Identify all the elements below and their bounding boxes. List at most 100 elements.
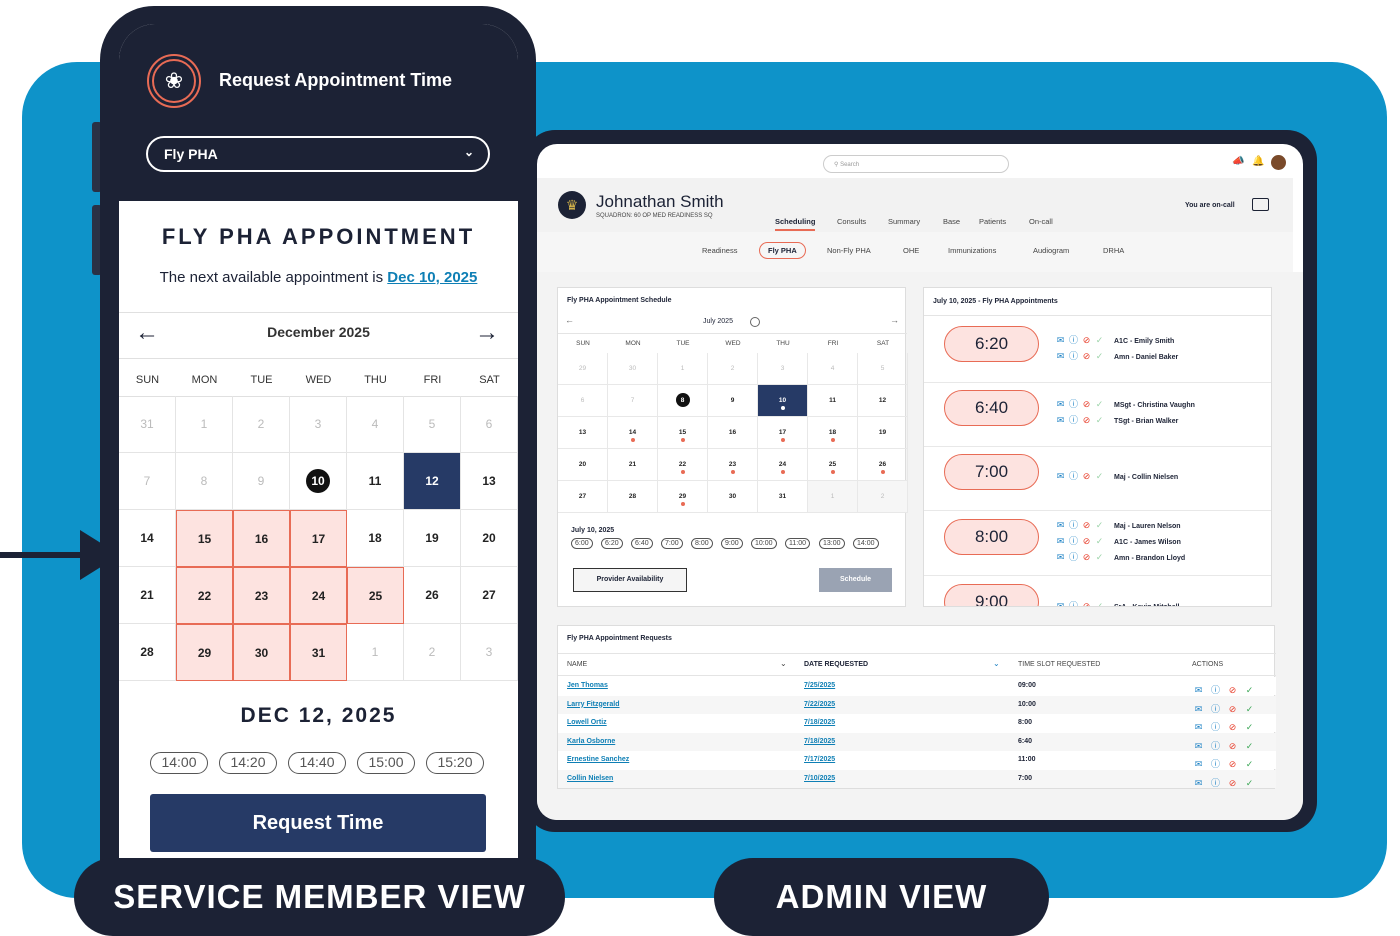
- calendar-day[interactable]: 14: [608, 417, 658, 449]
- header-name[interactable]: NAME: [567, 661, 587, 668]
- mail-icon[interactable]: ✉: [1192, 722, 1205, 733]
- check-icon[interactable]: ✓: [1093, 415, 1106, 426]
- tab-base[interactable]: Base: [943, 217, 960, 226]
- check-icon[interactable]: ✓: [1093, 536, 1106, 547]
- mail-icon[interactable]: ✉: [1054, 601, 1067, 606]
- time-slot[interactable]: 13:00: [819, 538, 845, 549]
- request-name-link[interactable]: Lowell Ortiz: [567, 719, 607, 726]
- oncall-icon[interactable]: [1252, 198, 1269, 211]
- mail-icon[interactable]: ✉: [1054, 351, 1067, 362]
- calendar-day[interactable]: 11: [808, 385, 858, 417]
- mail-icon[interactable]: ✉: [1054, 552, 1067, 563]
- mail-icon[interactable]: ✉: [1054, 335, 1067, 346]
- subtab-immunizations[interactable]: Immunizations: [948, 246, 996, 255]
- request-name-link[interactable]: Larry Fitzgerald: [567, 701, 620, 708]
- calendar-day[interactable]: 12: [858, 385, 908, 417]
- calendar-day[interactable]: 31: [290, 624, 347, 681]
- tab-consults[interactable]: Consults: [837, 217, 866, 226]
- calendar-day[interactable]: 1: [808, 481, 858, 513]
- time-pill[interactable]: 9:00: [944, 584, 1039, 606]
- calendar-day[interactable]: 7: [119, 453, 176, 510]
- appointment-type-select[interactable]: Fly PHA ⌄: [146, 136, 490, 172]
- check-icon[interactable]: ✓: [1093, 399, 1106, 410]
- calendar-day[interactable]: 19: [404, 510, 461, 567]
- mail-icon[interactable]: ✉: [1192, 685, 1205, 696]
- tab-patients[interactable]: Patients: [979, 217, 1006, 226]
- subtab-drha[interactable]: DRHA: [1103, 246, 1124, 255]
- search-input[interactable]: ⚲ Search: [823, 155, 1009, 173]
- check-icon[interactable]: ✓: [1093, 335, 1106, 346]
- calendar-day[interactable]: 3: [461, 624, 518, 681]
- calendar-day[interactable]: 27: [558, 481, 608, 513]
- calendar-day[interactable]: 29: [558, 353, 608, 385]
- calendar-day[interactable]: 12: [404, 453, 461, 510]
- check-icon[interactable]: ✓: [1093, 351, 1106, 362]
- check-icon[interactable]: ✓: [1093, 520, 1106, 531]
- time-slot[interactable]: 6:20: [601, 538, 623, 549]
- calendar-day[interactable]: 8: [658, 385, 708, 417]
- mail-icon[interactable]: ✉: [1192, 759, 1205, 770]
- time-pill[interactable]: 6:40: [944, 390, 1039, 426]
- calendar-day[interactable]: 18: [808, 417, 858, 449]
- schedule-button[interactable]: Schedule: [819, 568, 892, 592]
- calendar-day[interactable]: 14: [119, 510, 176, 567]
- calendar-day[interactable]: 9: [233, 453, 290, 510]
- cancel-icon[interactable]: ⊘: [1080, 415, 1093, 426]
- time-pill[interactable]: 6:20: [944, 326, 1039, 362]
- calendar-day[interactable]: 13: [558, 417, 608, 449]
- calendar-day[interactable]: 21: [608, 449, 658, 481]
- calendar-day[interactable]: 23: [708, 449, 758, 481]
- next-month-arrow[interactable]: →: [475, 319, 499, 347]
- check-icon[interactable]: ✓: [1093, 552, 1106, 563]
- chevron-down-icon[interactable]: ⌄: [993, 659, 1000, 668]
- check-icon[interactable]: ✓: [1243, 741, 1256, 752]
- calendar-day[interactable]: 1: [658, 353, 708, 385]
- calendar-day[interactable]: 2: [858, 481, 908, 513]
- calendar-day[interactable]: 6: [558, 385, 608, 417]
- mail-icon[interactable]: ✉: [1192, 741, 1205, 752]
- calendar-day[interactable]: 17: [290, 510, 347, 567]
- calendar-day[interactable]: 29: [176, 624, 233, 681]
- mail-icon[interactable]: ✉: [1192, 778, 1205, 789]
- info-icon[interactable]: ⓘ: [1067, 599, 1080, 606]
- calendar-day[interactable]: 28: [608, 481, 658, 513]
- time-pill[interactable]: 8:00: [944, 519, 1039, 555]
- user-avatar[interactable]: [1271, 155, 1286, 170]
- cancel-icon[interactable]: ⊘: [1226, 704, 1239, 715]
- calendar-day[interactable]: 24: [758, 449, 808, 481]
- calendar-day[interactable]: 15: [658, 417, 708, 449]
- cancel-icon[interactable]: ⊘: [1080, 536, 1093, 547]
- time-slot[interactable]: 6:40: [631, 538, 653, 549]
- calendar-day[interactable]: 30: [233, 624, 290, 681]
- calendar-day[interactable]: 22: [658, 449, 708, 481]
- info-icon[interactable]: ⓘ: [1067, 518, 1080, 531]
- bell-icon[interactable]: 🔔: [1252, 156, 1264, 167]
- calendar-day[interactable]: 15: [176, 510, 233, 567]
- info-icon[interactable]: ⓘ: [1067, 349, 1080, 362]
- calendar-day[interactable]: 2: [233, 396, 290, 453]
- info-icon[interactable]: ⓘ: [1067, 534, 1080, 547]
- calendar-day[interactable]: 3: [758, 353, 808, 385]
- info-icon[interactable]: ⓘ: [1209, 720, 1222, 733]
- request-date-link[interactable]: 7/10/2025: [804, 775, 835, 782]
- time-slot[interactable]: 14:40: [288, 752, 346, 774]
- next-date-link[interactable]: Dec 10, 2025: [387, 269, 477, 286]
- cancel-icon[interactable]: ⊘: [1226, 685, 1239, 696]
- calendar-day[interactable]: 25: [347, 567, 404, 624]
- info-icon[interactable]: ⓘ: [1209, 739, 1222, 752]
- next-month-arrow[interactable]: →: [890, 315, 899, 325]
- calendar-day[interactable]: 23: [233, 567, 290, 624]
- cancel-icon[interactable]: ⊘: [1226, 741, 1239, 752]
- calendar-day[interactable]: 1: [176, 396, 233, 453]
- time-slot[interactable]: 14:00: [150, 752, 208, 774]
- check-icon[interactable]: ✓: [1243, 759, 1256, 770]
- subtab-readiness[interactable]: Readiness: [702, 246, 737, 255]
- tab-summary[interactable]: Summary: [888, 217, 920, 226]
- info-icon[interactable]: ⓘ: [1067, 413, 1080, 426]
- cancel-icon[interactable]: ⊘: [1080, 335, 1093, 346]
- calendar-day[interactable]: 24: [290, 567, 347, 624]
- info-icon[interactable]: ⓘ: [1209, 683, 1222, 696]
- time-slot[interactable]: 15:00: [357, 752, 415, 774]
- mail-icon[interactable]: ✉: [1054, 520, 1067, 531]
- request-date-link[interactable]: 7/18/2025: [804, 719, 835, 726]
